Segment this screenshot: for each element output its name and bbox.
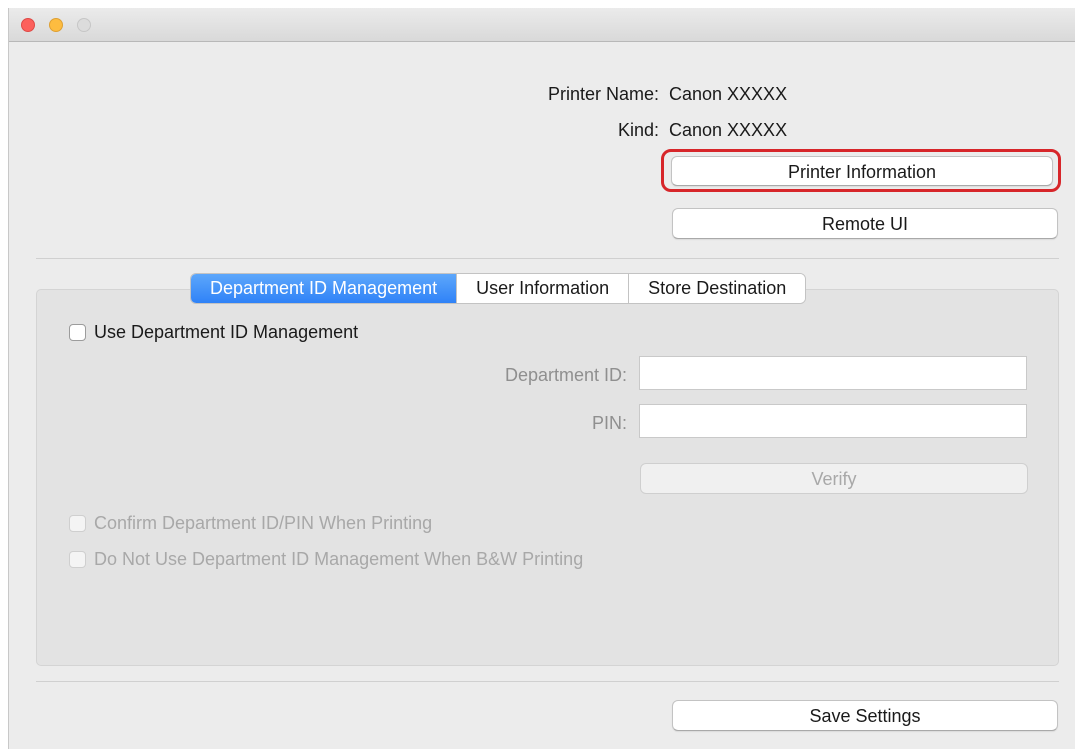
confirm-department-label: Confirm Department ID/PIN When Printing bbox=[94, 513, 433, 533]
printer-information-button[interactable]: Printer Information bbox=[671, 156, 1053, 186]
no-bw-department-label: Do Not Use Department ID Management When… bbox=[94, 549, 584, 569]
save-settings-button[interactable]: Save Settings bbox=[672, 700, 1058, 731]
title-bar bbox=[9, 8, 1075, 42]
confirm-department-checkbox[interactable] bbox=[69, 514, 86, 532]
remote-ui-button[interactable]: Remote UI bbox=[672, 208, 1058, 239]
printer-name-label: Printer Name: bbox=[547, 84, 659, 104]
tab-store-destination[interactable]: Store Destination bbox=[628, 274, 806, 303]
top-separator bbox=[36, 258, 1059, 259]
use-department-id-checkbox[interactable] bbox=[69, 323, 86, 341]
printer-settings-window: Printer Name: Canon XXXXX Kind: Canon XX… bbox=[8, 8, 1075, 749]
verify-button[interactable]: Verify bbox=[640, 463, 1028, 494]
confirm-department-row[interactable]: Confirm Department ID/PIN When Printing bbox=[69, 512, 432, 534]
use-department-id-row[interactable]: Use Department ID Management bbox=[69, 321, 358, 343]
pin-label: PIN: bbox=[591, 413, 627, 433]
no-bw-department-checkbox[interactable] bbox=[69, 550, 86, 568]
printer-name-value: Canon XXXXX bbox=[669, 84, 788, 104]
department-id-label: Department ID: bbox=[504, 365, 627, 385]
no-bw-department-row[interactable]: Do Not Use Department ID Management When… bbox=[69, 548, 583, 570]
department-id-field[interactable] bbox=[639, 356, 1027, 390]
pin-field[interactable] bbox=[639, 404, 1027, 438]
zoom-icon bbox=[77, 18, 91, 32]
tab-user-information[interactable]: User Information bbox=[456, 274, 629, 303]
minimize-icon[interactable] bbox=[49, 18, 63, 32]
kind-value: Canon XXXXX bbox=[669, 120, 788, 140]
close-icon[interactable] bbox=[21, 18, 35, 32]
kind-label: Kind: bbox=[617, 120, 659, 140]
bottom-separator bbox=[36, 681, 1059, 682]
tab-bar: Department ID Management User Informatio… bbox=[190, 273, 807, 304]
tab-department-id-management[interactable]: Department ID Management bbox=[191, 274, 457, 303]
use-department-id-label: Use Department ID Management bbox=[94, 322, 359, 342]
